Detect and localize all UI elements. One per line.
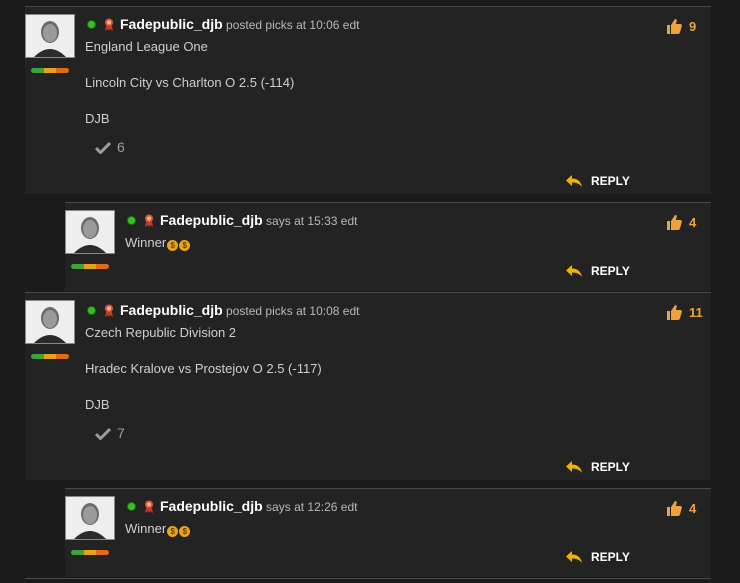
league-name: Czech Republic Division 2 xyxy=(85,325,237,340)
reply-text: Winner $ $ xyxy=(125,235,191,251)
reply-action: says xyxy=(266,214,291,228)
reputation-meter xyxy=(71,550,109,555)
avatar[interactable] xyxy=(65,496,115,540)
money-bag-icon: $ xyxy=(167,526,179,537)
reply-arrow-icon xyxy=(566,461,582,473)
online-status-dot-icon xyxy=(88,307,95,314)
reply-header: Fadepublic_djb says at 12:26 edt xyxy=(128,498,357,514)
reputation-meter xyxy=(71,264,109,269)
reply-arrow-icon xyxy=(566,551,582,563)
thumbs-up-icon xyxy=(667,305,682,320)
reply-text: Winner $ $ xyxy=(125,521,191,537)
online-status-dot-icon xyxy=(128,503,135,510)
reply-time: at 15:33 edt xyxy=(294,214,358,228)
like-button[interactable]: 11 xyxy=(665,303,703,321)
like-count: 9 xyxy=(689,19,697,34)
reply-button[interactable]: REPLY xyxy=(565,550,630,564)
like-count: 11 xyxy=(689,305,703,320)
username-link[interactable]: Fadepublic_djb xyxy=(120,302,223,318)
agree-count: 6 xyxy=(117,139,125,155)
comment-post: Fadepublic_djb posted picks at 10:06 edt… xyxy=(25,7,711,194)
post-action: posted picks xyxy=(226,18,293,32)
money-bag-icon: $ xyxy=(179,240,191,251)
reply-action: says xyxy=(266,500,291,514)
avatar[interactable] xyxy=(25,300,75,344)
post-header: Fadepublic_djb posted picks at 10:08 edt xyxy=(88,302,359,318)
post-header: Fadepublic_djb posted picks at 10:06 edt xyxy=(88,16,359,32)
reputation-meter xyxy=(31,68,69,73)
ribbon-badge-icon xyxy=(145,214,153,227)
post-time: at 10:08 edt xyxy=(296,304,360,318)
agree-count: 7 xyxy=(117,425,125,441)
reply-arrow-icon xyxy=(566,175,582,187)
comment-reply: Fadepublic_djb says at 12:26 edt 4 Winne… xyxy=(65,489,711,577)
signature: DJB xyxy=(85,397,110,412)
post-time: at 10:06 edt xyxy=(296,18,360,32)
reply-button[interactable]: REPLY xyxy=(565,264,630,278)
thumbs-up-icon xyxy=(667,501,682,516)
like-count: 4 xyxy=(689,215,697,230)
like-button[interactable]: 4 xyxy=(665,213,696,231)
online-status-dot-icon xyxy=(88,21,95,28)
checkmark-icon xyxy=(94,141,112,155)
reply-button[interactable]: REPLY xyxy=(565,174,630,188)
reply-time: at 12:26 edt xyxy=(294,500,358,514)
divider xyxy=(25,578,711,579)
username-link[interactable]: Fadepublic_djb xyxy=(160,498,263,514)
comment-post: Fadepublic_djb posted picks at 10:08 edt… xyxy=(25,293,711,480)
checkmark-icon xyxy=(94,427,112,441)
online-status-dot-icon xyxy=(128,217,135,224)
reputation-meter xyxy=(31,354,69,359)
league-name: England League One xyxy=(85,39,208,54)
post-action: posted picks xyxy=(226,304,293,318)
thumbs-up-icon xyxy=(667,215,682,230)
like-button[interactable]: 9 xyxy=(665,17,696,35)
ribbon-badge-icon xyxy=(105,304,113,317)
reply-arrow-icon xyxy=(566,265,582,277)
pick-text: Hradec Kralove vs Prostejov O 2.5 (-117) xyxy=(85,361,322,376)
username-link[interactable]: Fadepublic_djb xyxy=(160,212,263,228)
comment-reply: Fadepublic_djb says at 15:33 edt 4 Winne… xyxy=(65,203,711,291)
reply-button[interactable]: REPLY xyxy=(565,460,630,474)
signature: DJB xyxy=(85,111,110,126)
money-bag-icon: $ xyxy=(167,240,179,251)
like-button[interactable]: 4 xyxy=(665,499,696,517)
pick-text: Lincoln City vs Charlton O 2.5 (-114) xyxy=(85,75,295,90)
like-count: 4 xyxy=(689,501,697,516)
reply-header: Fadepublic_djb says at 15:33 edt xyxy=(128,212,357,228)
money-bag-icon: $ xyxy=(179,526,191,537)
avatar[interactable] xyxy=(25,14,75,58)
username-link[interactable]: Fadepublic_djb xyxy=(120,16,223,32)
ribbon-badge-icon xyxy=(105,18,113,31)
agree-button[interactable]: 6 xyxy=(94,139,125,155)
thumbs-up-icon xyxy=(667,19,682,34)
agree-button[interactable]: 7 xyxy=(94,425,125,441)
ribbon-badge-icon xyxy=(145,500,153,513)
avatar[interactable] xyxy=(65,210,115,254)
